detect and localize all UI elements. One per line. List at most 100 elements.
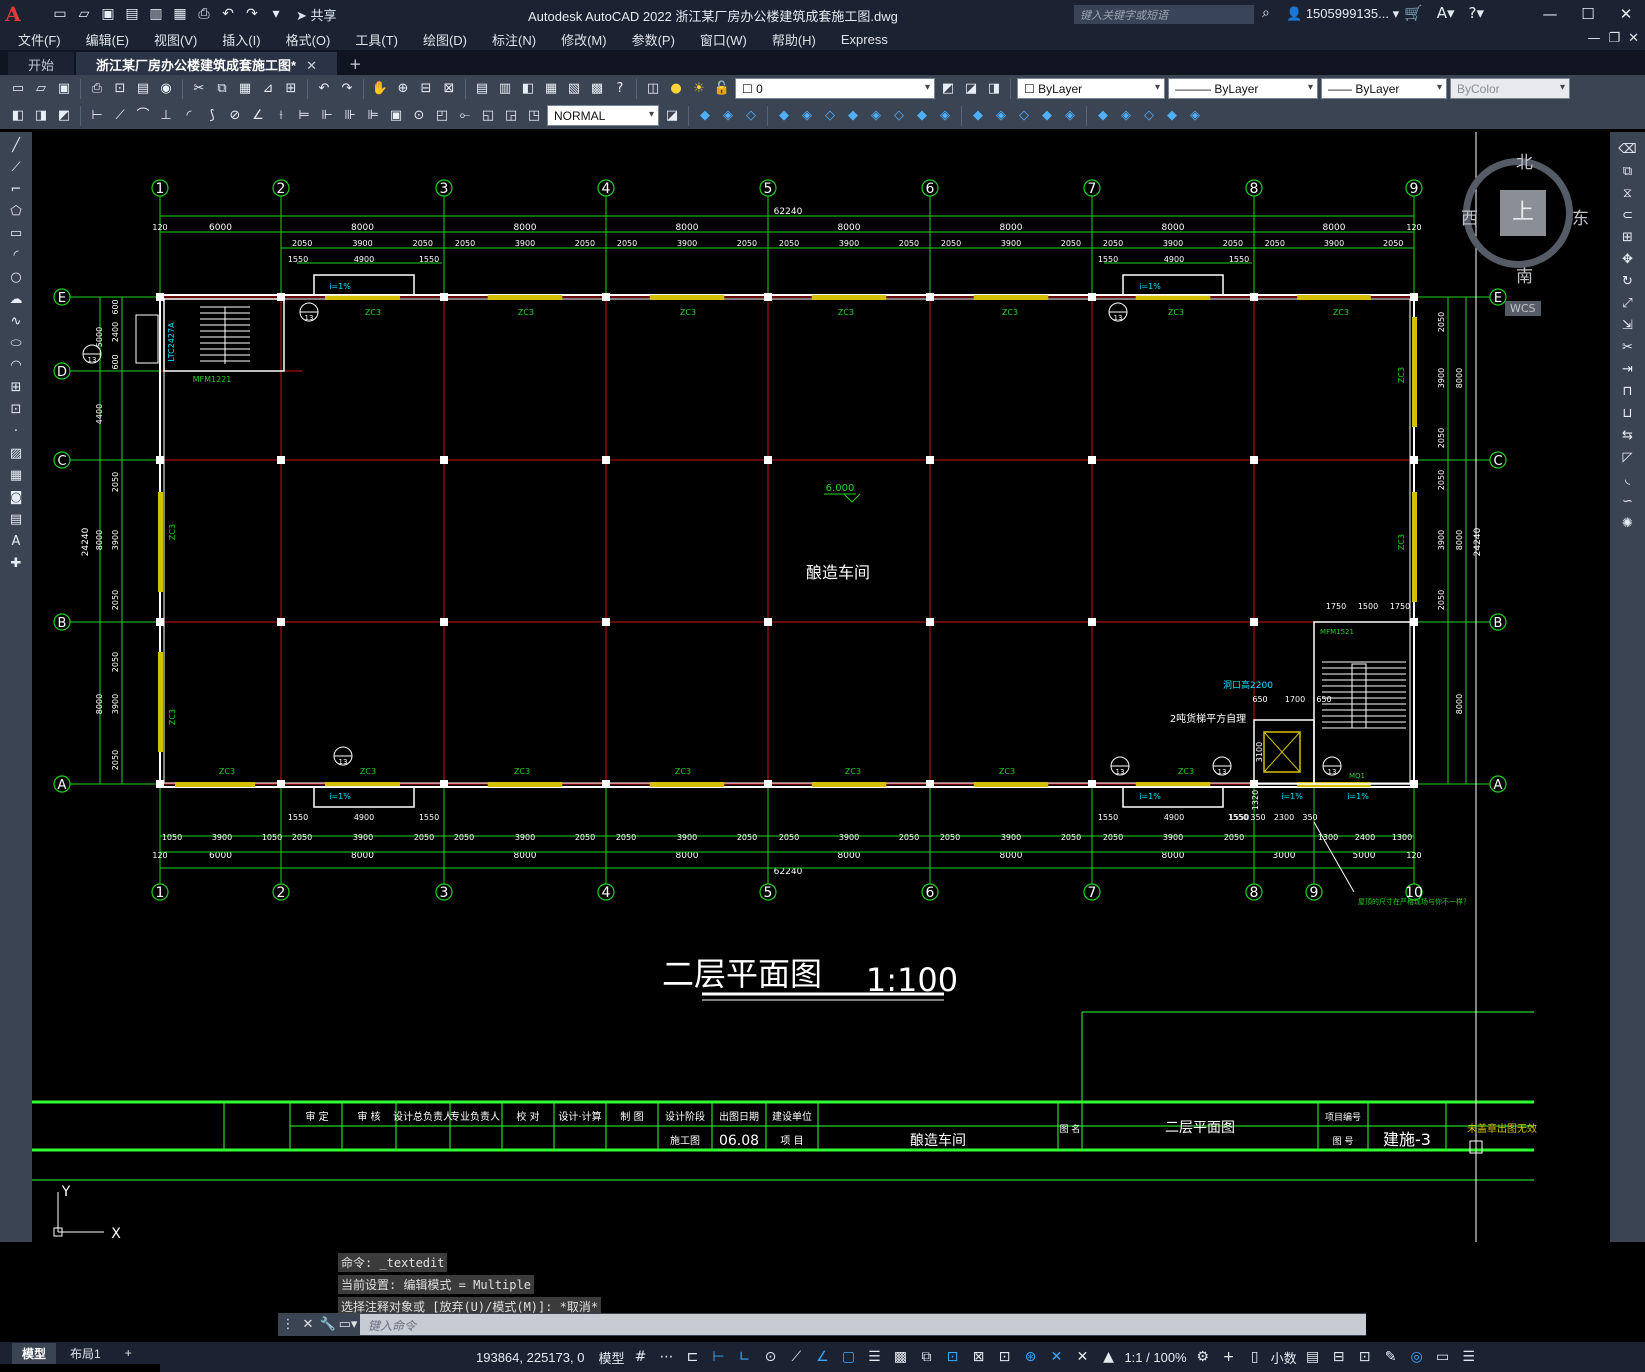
menu-item[interactable]: 格式(O)	[286, 30, 331, 49]
qnew-icon[interactable]: ▭	[8, 79, 28, 99]
3d-print-icon[interactable]: ◉	[156, 79, 176, 99]
revcloud-icon[interactable]: ☁	[6, 290, 26, 310]
block-editor-icon[interactable]: ⊞	[281, 79, 301, 99]
gradient-icon[interactable]: ▦	[6, 466, 26, 486]
ucs-y-icon[interactable]: ◈	[935, 106, 955, 126]
pan-icon[interactable]: ✋	[370, 79, 390, 99]
view-nw-icon[interactable]: ◆	[1162, 106, 1182, 126]
point-icon[interactable]: ·	[6, 422, 26, 442]
view-camera-icon[interactable]: ◈	[1185, 106, 1205, 126]
layer-sun-icon[interactable]: ☀	[689, 79, 709, 99]
ucs-icon[interactable]: ◆	[695, 106, 715, 126]
close-cmdline-icon[interactable]: ✕	[298, 1315, 318, 1335]
isolate-objects-icon[interactable]: ⊡	[1355, 1347, 1375, 1367]
lineweight-select[interactable]: —— ByLayer	[1321, 78, 1447, 99]
menu-item[interactable]: 工具(T)	[355, 30, 398, 49]
annotation-scale-value[interactable]: 1:1 / 100%	[1124, 1350, 1186, 1365]
dim-break-icon[interactable]: ⊫	[363, 106, 383, 126]
erase-icon[interactable]: ⌫	[1618, 140, 1638, 160]
cut-icon[interactable]: ✂	[189, 79, 209, 99]
viewcube-top-face[interactable]: 上	[1500, 190, 1546, 236]
autodesk-app-icon[interactable]: A▾	[1437, 4, 1455, 22]
dimstyle-select[interactable]: NORMAL	[547, 105, 659, 126]
save-icon[interactable]: ▣	[98, 5, 118, 23]
properties-icon[interactable]: ▤	[472, 79, 492, 99]
autocad-logo-icon[interactable]: A	[0, 0, 26, 28]
view-bottom-icon[interactable]: ◈	[991, 106, 1011, 126]
save-as-icon[interactable]: ▤	[122, 5, 142, 23]
ellipse-icon[interactable]: ⬭	[6, 334, 26, 354]
ucs-face-icon[interactable]: ◆	[774, 106, 794, 126]
ucs-world-icon[interactable]: ◈	[718, 106, 738, 126]
menu-item[interactable]: 参数(P)	[632, 30, 675, 49]
menu-item[interactable]: 绘图(D)	[423, 30, 467, 49]
model-space-toggle[interactable]: 模型	[598, 1348, 624, 1367]
coordinate-readout[interactable]: 193864, 225173, 0	[476, 1350, 584, 1365]
snap-icon[interactable]: ⋯	[656, 1347, 676, 1367]
polar-icon[interactable]: ⊙	[760, 1347, 780, 1367]
table-icon[interactable]: ▤	[6, 510, 26, 530]
undo-icon[interactable]: ↶	[218, 5, 238, 23]
trim-icon[interactable]: ✂	[1618, 338, 1638, 358]
ucs-3point-icon[interactable]: ◇	[889, 106, 909, 126]
rotate-icon[interactable]: ↻	[1618, 272, 1638, 292]
add-selected-icon[interactable]: ✚	[6, 554, 26, 574]
make-current-icon[interactable]: ◩	[938, 79, 958, 99]
open-file-icon[interactable]: ▱	[74, 5, 94, 23]
auto-scale-icon[interactable]: ✕	[1072, 1347, 1092, 1367]
dimstyle-icon[interactable]: ◪	[662, 106, 682, 126]
dim-diameter-icon[interactable]: ⊘	[225, 106, 245, 126]
extend-icon[interactable]: ⇥	[1618, 360, 1638, 380]
polygon-icon[interactable]: ⬠	[6, 202, 26, 222]
menu-item[interactable]: 视图(V)	[154, 30, 197, 49]
blend-icon[interactable]: ∽	[1618, 492, 1638, 512]
chamfer-icon[interactable]: ◸	[1618, 448, 1638, 468]
cart-icon[interactable]: 🛒	[1404, 4, 1423, 22]
dim-linear-icon[interactable]: ⊢	[87, 106, 107, 126]
join-icon[interactable]: ⇆	[1618, 426, 1638, 446]
dim-angular-icon[interactable]: ∠	[248, 106, 268, 126]
ws-settings-icon[interactable]: ◩	[54, 106, 74, 126]
quick-properties-icon[interactable]: ▤	[1303, 1347, 1323, 1367]
scale-icon[interactable]: ⤢	[1618, 294, 1638, 314]
ucs-zaxis-icon[interactable]: ◈	[866, 106, 886, 126]
viewcube[interactable]: 上 北 南 东 西 WCS	[1445, 140, 1595, 316]
construction-line-icon[interactable]: ⟋	[6, 158, 26, 178]
move-icon[interactable]: ✥	[1618, 250, 1638, 270]
center-mark-icon[interactable]: ⊙	[409, 106, 429, 126]
ucs-x-icon[interactable]: ◆	[912, 106, 932, 126]
open-web-icon[interactable]: ▥	[146, 5, 166, 23]
share-button[interactable]: ➤ 共享	[296, 5, 337, 24]
add-layout-button[interactable]: +	[115, 1344, 142, 1362]
dim-baseline-icon[interactable]: ⊨	[294, 106, 314, 126]
dynamic-ucs-icon[interactable]: ⊠	[968, 1347, 988, 1367]
publish-icon[interactable]: ▤	[133, 79, 153, 99]
ucs-view-icon[interactable]: ◇	[820, 106, 840, 126]
compass-east[interactable]: 东	[1572, 204, 1589, 229]
units-icon[interactable]: ▯	[1245, 1347, 1265, 1367]
object-snap-icon[interactable]: ▢	[838, 1347, 858, 1367]
layer-bulb-icon[interactable]: ●	[666, 79, 686, 99]
graphics-performance-icon[interactable]: ✎	[1381, 1347, 1401, 1367]
isodraft-icon[interactable]: ⟋	[786, 1347, 806, 1367]
paste-icon[interactable]: ▦	[235, 79, 255, 99]
menu-item[interactable]: 修改(M)	[561, 30, 607, 49]
break-icon[interactable]: ⊔	[1618, 404, 1638, 424]
ucs-previous-icon[interactable]: ◇	[741, 106, 761, 126]
design-center-icon[interactable]: ▥	[495, 79, 515, 99]
menu-item[interactable]: 标注(N)	[492, 30, 536, 49]
undo-icon[interactable]: ↶	[314, 79, 334, 99]
layer-properties-icon[interactable]: ◫	[643, 79, 663, 99]
insert-block-icon[interactable]: ⊞	[6, 378, 26, 398]
view-sw-icon[interactable]: ◆	[1093, 106, 1113, 126]
command-input[interactable]: 键入命令	[360, 1314, 1366, 1335]
tab-layout1[interactable]: 布局1	[60, 1343, 111, 1364]
zoom-realtime-icon[interactable]: ⊕	[393, 79, 413, 99]
spline-icon[interactable]: ∿	[6, 312, 26, 332]
plot-icon[interactable]: ⎙	[87, 79, 107, 99]
mtext-icon[interactable]: A	[6, 532, 26, 552]
dim-continue-icon[interactable]: ⊩	[317, 106, 337, 126]
save-icon[interactable]: ▣	[54, 79, 74, 99]
lineweight-icon[interactable]: ☰	[864, 1347, 884, 1367]
grid-icon[interactable]: #	[630, 1347, 650, 1367]
